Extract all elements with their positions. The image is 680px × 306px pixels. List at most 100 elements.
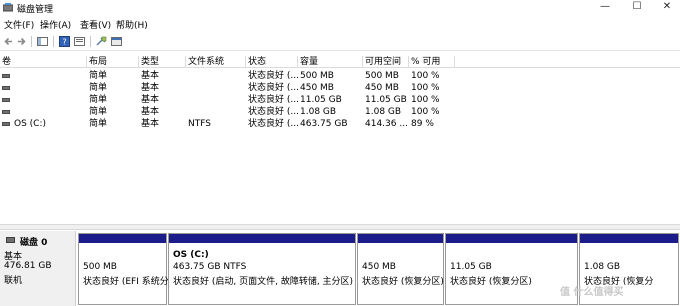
column-header-layout[interactable]: 布局	[87, 56, 139, 68]
partition-size: 450 MB	[362, 262, 396, 272]
partition-status: 状态良好 (恢复分区)	[450, 277, 532, 287]
pane-splitter[interactable]	[0, 224, 680, 230]
cell-free-space: 500 MB	[365, 71, 399, 81]
menu-action[interactable]: 操作(A)	[40, 18, 71, 31]
toolbar-separator	[53, 36, 54, 47]
table-row[interactable]: 简单 基本 状态良好 (... 450 MB 450 MB 100 %	[0, 82, 680, 94]
column-header-capacity[interactable]: 容量	[298, 56, 363, 68]
cell-free-space: 11.05 GB	[365, 95, 407, 105]
table-row[interactable]: 简单 基本 状态良好 (... 500 MB 500 MB 100 %	[0, 70, 680, 82]
volume-list-header: 卷 布局 类型 文件系统 状态 容量 可用空间 % 可用	[0, 56, 680, 68]
cell-percent-free: 89 %	[411, 119, 434, 129]
connect-icon[interactable]	[96, 36, 107, 47]
console-icon[interactable]	[111, 36, 122, 47]
partition-header-bar	[446, 234, 577, 243]
cell-percent-free: 100 %	[411, 95, 440, 105]
partition-size: 463.75 GB NTFS	[173, 262, 247, 272]
cell-filesystem	[186, 82, 246, 94]
minimize-button[interactable]: —	[590, 0, 620, 14]
forward-icon[interactable]	[16, 36, 27, 47]
partition-recovery-2[interactable]: 11.05 GB 状态良好 (恢复分区)	[445, 233, 578, 305]
cell-volume: OS (C:)	[14, 119, 46, 129]
toolbar-separator	[31, 36, 32, 47]
column-header-status[interactable]: 状态	[246, 56, 298, 68]
disk-size: 476.81 GB	[4, 261, 52, 271]
watermark-text: 值 什么值得买	[560, 287, 624, 298]
cell-volume	[12, 70, 87, 82]
hard-disk-icon	[6, 237, 15, 243]
maximize-button[interactable]: ☐	[622, 0, 652, 14]
volume-icon	[2, 122, 10, 126]
column-header-percent-free[interactable]: % 可用	[409, 56, 455, 68]
table-row[interactable]: 简单 基本 状态良好 (... 11.05 GB 11.05 GB 100 %	[0, 94, 680, 106]
cell-percent-free: 100 %	[411, 107, 440, 117]
partition-recovery-1[interactable]: 450 MB 状态良好 (恢复分区)	[357, 233, 444, 305]
cell-status: 状态良好 (...	[248, 107, 298, 117]
cell-status: 状态良好 (...	[248, 71, 298, 81]
cell-free-space: 1.08 GB	[365, 107, 402, 117]
partition-header-bar	[580, 234, 678, 243]
cell-capacity: 11.05 GB	[300, 95, 342, 105]
cell-status: 状态良好 (...	[248, 119, 298, 129]
table-row[interactable]: OS (C:) 简单 基本 NTFS 状态良好 (... 463.75 GB 4…	[0, 118, 680, 130]
disk-state: 联机	[4, 276, 23, 286]
partition-title: OS (C:)	[173, 250, 209, 260]
cell-filesystem	[186, 70, 246, 82]
help-icon[interactable]: ?	[59, 36, 70, 47]
svg-text:?: ?	[62, 38, 66, 47]
volume-icon	[2, 110, 10, 114]
cell-volume	[12, 106, 87, 118]
menu-file[interactable]: 文件(F)	[4, 18, 34, 31]
cell-layout: 简单	[89, 107, 108, 117]
partition-size: 500 MB	[83, 262, 117, 272]
cell-capacity: 1.08 GB	[300, 107, 337, 117]
window-title: 磁盘管理	[17, 5, 54, 15]
partition-header-bar	[169, 234, 355, 243]
volume-icon	[2, 98, 10, 102]
partition-os-c[interactable]: OS (C:) 463.75 GB NTFS 状态良好 (启动, 页面文件, 故…	[168, 233, 356, 305]
cell-volume	[12, 94, 87, 106]
cell-type: 基本	[141, 119, 160, 129]
cell-percent-free: 100 %	[411, 83, 440, 93]
cell-layout: 简单	[89, 83, 108, 93]
cell-free-space: 450 MB	[365, 83, 399, 93]
cell-capacity: 463.75 GB	[300, 119, 348, 129]
close-button[interactable]: ✕	[652, 0, 680, 14]
column-header-free-space[interactable]: 可用空间	[363, 56, 409, 68]
cell-layout: 简单	[89, 71, 108, 81]
cell-filesystem	[186, 94, 246, 106]
back-icon[interactable]	[3, 36, 14, 47]
partition-status: 状态良好 (启动, 页面文件, 故障转储, 主分区)	[173, 277, 354, 287]
column-header-type[interactable]: 类型	[139, 56, 186, 68]
cell-capacity: 500 MB	[300, 71, 334, 81]
title-bar: 磁盘管理 — ☐ ✕	[0, 0, 680, 16]
table-row[interactable]: 简单 基本 状态良好 (... 1.08 GB 1.08 GB 100 %	[0, 106, 680, 118]
menu-view[interactable]: 查看(V)	[80, 18, 111, 31]
cell-type: 基本	[141, 95, 160, 105]
cell-type: 基本	[141, 71, 160, 81]
volume-icon	[2, 74, 10, 78]
cell-type: 基本	[141, 83, 160, 93]
disk-0-label[interactable]: 磁盘 0 基本 476.81 GB 联机	[0, 231, 76, 306]
partition-size: 11.05 GB	[450, 262, 492, 272]
volume-icon	[2, 86, 10, 90]
column-header-volume[interactable]: 卷	[0, 56, 87, 68]
disk-management-app-icon	[3, 3, 13, 12]
toolbar-separator	[90, 36, 91, 47]
partition-status: 状态良好 (EFI 系统分	[83, 277, 169, 287]
cell-capacity: 450 MB	[300, 83, 334, 93]
cell-layout: 简单	[89, 95, 108, 105]
menu-bar: 文件(F) 操作(A) 查看(V) 帮助(H)	[0, 17, 680, 31]
partition-header-bar	[358, 234, 443, 243]
cell-free-space: 414.36 ...	[365, 119, 408, 129]
disk-name: 磁盘 0	[20, 238, 48, 248]
partition-efi[interactable]: 500 MB 状态良好 (EFI 系统分	[78, 233, 169, 305]
cell-status: 状态良好 (...	[248, 95, 298, 105]
properties-icon[interactable]	[74, 36, 85, 47]
cell-status: 状态良好 (...	[248, 83, 298, 93]
column-header-filesystem[interactable]: 文件系统	[186, 56, 246, 68]
show-hide-icon[interactable]	[37, 36, 48, 47]
partition-size: 1.08 GB	[584, 262, 621, 272]
menu-help[interactable]: 帮助(H)	[116, 18, 148, 31]
toolbar: ?	[0, 33, 680, 51]
